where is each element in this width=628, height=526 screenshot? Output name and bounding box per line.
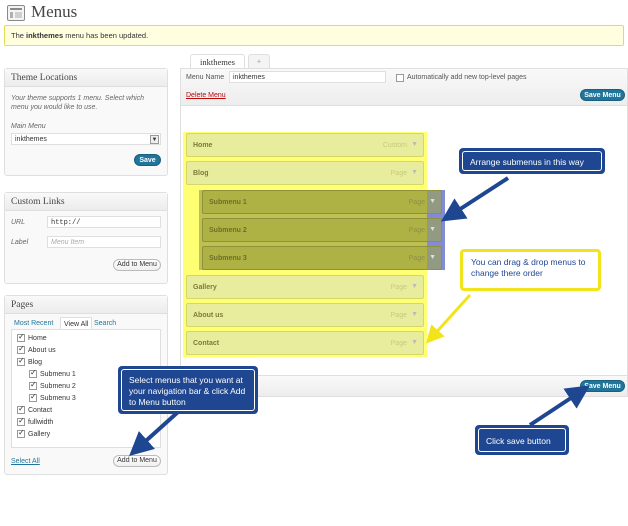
callout-submenus: Arrange submenus in this way: [459, 148, 605, 174]
arrow-to-save-button: [528, 385, 591, 427]
arrow-to-submenus: [440, 176, 510, 222]
callout-drag-drop: You can drag & drop menus to change ther…: [460, 249, 601, 291]
arrow-to-drag-drop: [425, 293, 472, 344]
callout-select-menus: Select menus that you want at your navig…: [118, 366, 258, 414]
callout-save: Click save button: [475, 425, 569, 455]
arrow-to-add-button: [129, 410, 180, 457]
